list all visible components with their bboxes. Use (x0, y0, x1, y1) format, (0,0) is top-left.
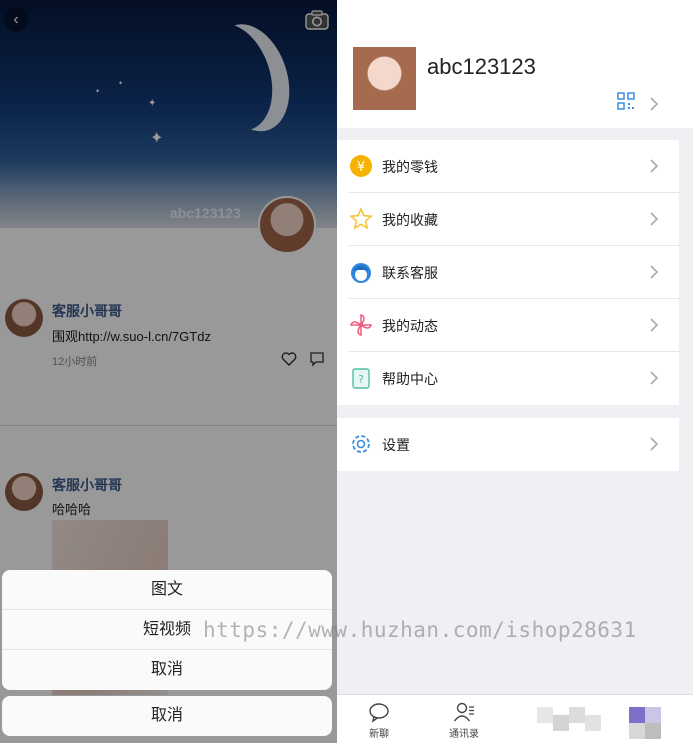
tab-label: 新聊 (369, 729, 389, 740)
menu-item-label: 我的动态 (382, 318, 438, 334)
menu-item-label: 我的收藏 (382, 212, 438, 228)
sheet-option-cancel[interactable]: 取消 (2, 650, 332, 690)
pixelated-area (629, 707, 645, 723)
cancel-button[interactable]: 取消 (2, 696, 332, 736)
pixelated-area (645, 723, 661, 739)
menu-item-favorites[interactable]: 我的收藏 (349, 193, 679, 246)
sheet-option-image-text[interactable]: 图文 (2, 570, 332, 610)
chevron-right-icon (650, 437, 659, 451)
qr-code-icon[interactable] (617, 92, 635, 110)
pixelated-area (645, 707, 661, 723)
chevron-right-icon (650, 318, 659, 332)
menu-item-label: 联系客服 (382, 265, 438, 281)
menu-item-wallet[interactable]: ¥ 我的零钱 (349, 140, 679, 193)
avatar[interactable] (353, 47, 416, 110)
menu-item-my-moments[interactable]: 我的动态 (349, 299, 679, 352)
chat-bubble-icon (369, 703, 389, 723)
menu-item-label: 我的零钱 (382, 159, 438, 175)
contacts-icon (453, 702, 474, 722)
wallet-yen-icon: ¥ (350, 155, 372, 177)
pinwheel-icon (349, 313, 373, 337)
gear-icon (352, 435, 370, 453)
menu-item-help-center[interactable]: ? 帮助中心 (349, 352, 679, 405)
chevron-right-icon (650, 371, 659, 385)
tab-contacts[interactable]: 通讯录 (434, 695, 494, 740)
profile-username: abc123123 (427, 54, 536, 79)
pixelated-area (585, 715, 601, 731)
chevron-right-icon (650, 97, 659, 111)
pixelated-area (629, 723, 645, 739)
customer-service-icon (351, 263, 371, 283)
watermark-text: https://www.huzhan.com/ishop28631 (203, 618, 637, 642)
pixelated-area (569, 707, 585, 723)
pixelated-area (537, 707, 553, 723)
profile-header[interactable]: abc123123 (337, 0, 693, 128)
chevron-right-icon (650, 265, 659, 279)
tab-chat[interactable]: 新聊 (349, 695, 409, 740)
menu-group-settings: 设置 (337, 418, 679, 471)
pixelated-area (553, 715, 569, 731)
menu-group-main: ¥ 我的零钱 我的收藏 联系客服 我的动态 ? 帮助中心 (337, 140, 679, 405)
menu-item-settings[interactable]: 设置 (349, 418, 679, 471)
help-center-icon: ? (352, 368, 370, 389)
chevron-right-icon (650, 212, 659, 226)
chevron-right-icon (650, 159, 659, 173)
bottom-tab-bar: 新聊 通讯录 (337, 694, 693, 743)
menu-item-label: 帮助中心 (382, 371, 438, 387)
star-icon (349, 207, 373, 230)
tab-label: 通讯录 (449, 729, 479, 740)
action-sheet-cancel: 取消 (2, 696, 332, 736)
svg-text:¥: ¥ (357, 160, 365, 175)
svg-text:?: ? (358, 373, 364, 386)
menu-item-customer-service[interactable]: 联系客服 (349, 246, 679, 299)
menu-item-label: 设置 (382, 437, 410, 453)
